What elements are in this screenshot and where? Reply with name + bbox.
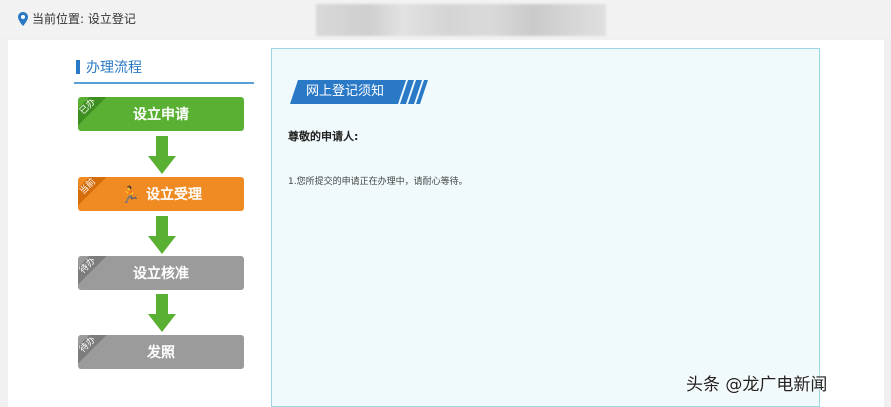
down-arrow-icon — [148, 294, 176, 332]
step-label: 设立受理 — [145, 187, 202, 203]
workflow-title-text: 办理流程 — [86, 60, 142, 76]
step-status-tag: 已办 — [78, 97, 111, 130]
step-apply[interactable]: 已办 设立申请 — [78, 97, 244, 131]
down-arrow-icon — [148, 136, 176, 174]
step-status-tag: 当前 — [78, 177, 111, 210]
workflow-divider — [74, 82, 254, 84]
step-label: 设立核准 — [133, 266, 189, 282]
running-person-icon: 🏃 — [120, 184, 140, 204]
step-label: 发照 — [147, 345, 175, 361]
top-bar: 当前位置: 设立登记 — [0, 0, 891, 38]
step-accept[interactable]: 当前 🏃 设立受理 — [78, 177, 244, 211]
breadcrumb: 当前位置: 设立登记 — [18, 10, 136, 27]
step-status-tag: 待办 — [78, 335, 111, 368]
step-label: 设立申请 — [133, 107, 189, 123]
notice-banner-title: 网上登记须知 — [306, 84, 385, 99]
status-message: 1.您所提交的申请正在办理中，请耐心等待。 — [288, 177, 468, 187]
title-marker — [76, 60, 80, 74]
watermark: 头条 @龙广电新闻 — [686, 375, 828, 395]
location-pin-icon — [18, 11, 28, 26]
workflow-title: 办理流程 — [76, 57, 142, 77]
step-status-tag: 待办 — [78, 256, 111, 289]
greeting-text: 尊敬的申请人: — [288, 130, 359, 143]
down-arrow-icon — [148, 216, 176, 254]
step-approve[interactable]: 待办 设立核准 — [78, 256, 244, 290]
step-license[interactable]: 待办 发照 — [78, 335, 244, 369]
breadcrumb-text: 当前位置: 设立登记 — [32, 12, 136, 26]
blurred-region — [316, 4, 606, 36]
